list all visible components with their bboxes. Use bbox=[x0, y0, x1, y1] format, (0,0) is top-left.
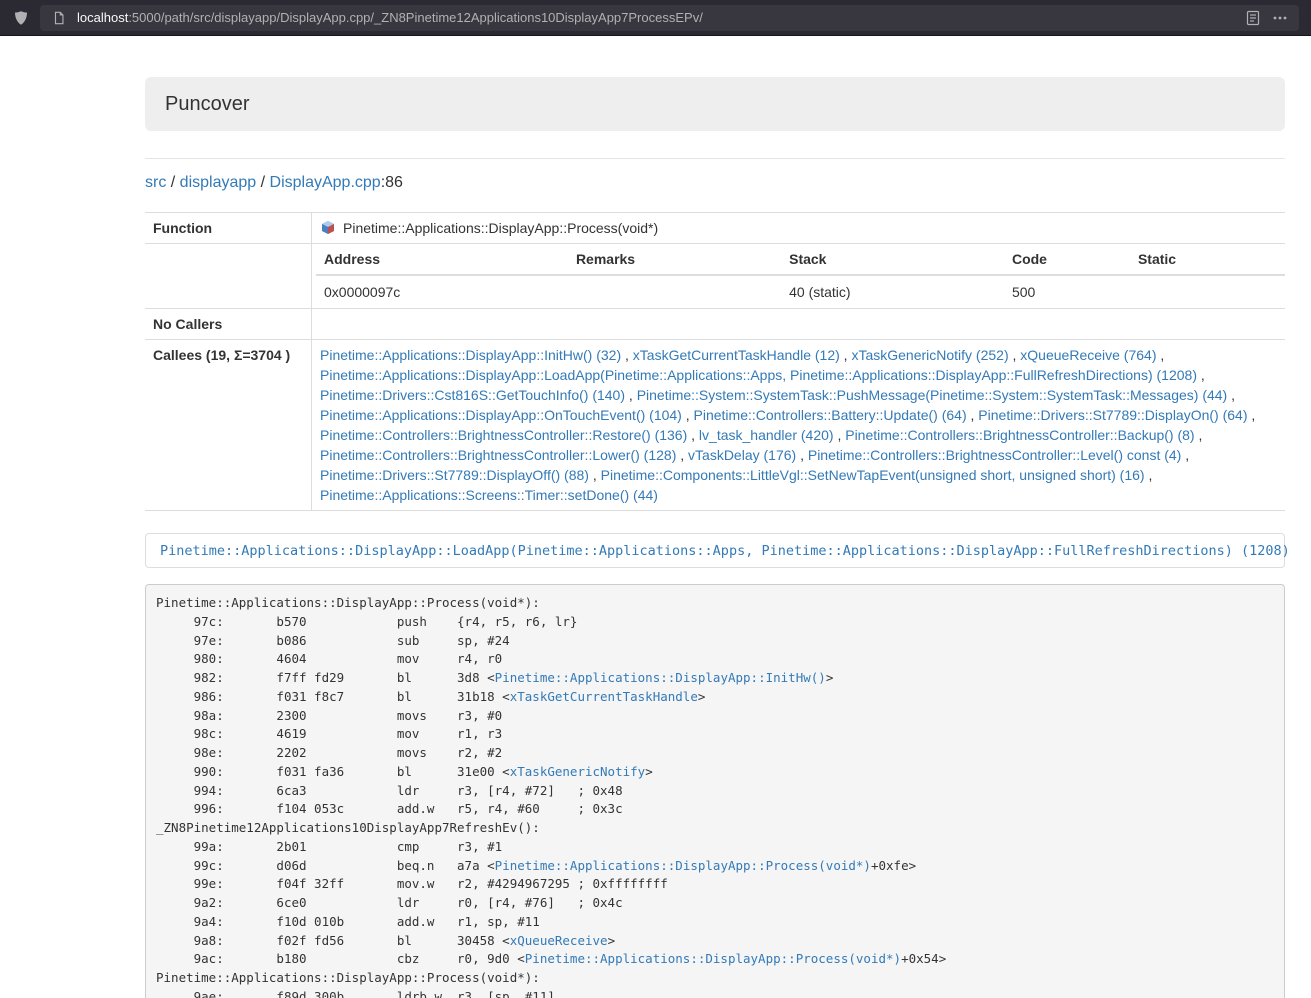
callee-link[interactable]: xTaskGetCurrentTaskHandle (12) bbox=[633, 347, 840, 363]
callees-label: Callees (19, Σ=3704 ) bbox=[145, 340, 312, 511]
disassembly-code: Pinetime::Applications::DisplayApp::Proc… bbox=[145, 584, 1285, 998]
function-stats-cell: Address Remarks Stack Code Static 0x0000… bbox=[312, 244, 1286, 309]
breadcrumb-link-file[interactable]: DisplayApp.cpp bbox=[270, 174, 381, 191]
code-symbol-link[interactable]: xTaskGetCurrentTaskHandle bbox=[510, 689, 698, 704]
callee-separator: , bbox=[1195, 427, 1203, 443]
callee-link[interactable]: xQueueReceive (764) bbox=[1020, 347, 1156, 363]
callee-separator: , bbox=[1156, 347, 1164, 363]
callee-separator: , bbox=[1248, 407, 1256, 423]
callee-separator: , bbox=[1181, 447, 1189, 463]
breadcrumb: src / displayapp / DisplayApp.cpp:86 bbox=[145, 172, 1285, 194]
empty-row-header bbox=[145, 244, 312, 309]
callee-separator: , bbox=[589, 467, 601, 483]
app-header: Puncover bbox=[145, 77, 1285, 131]
function-label: Function bbox=[145, 213, 312, 244]
cell-address: 0x0000097c bbox=[316, 275, 568, 308]
callees-list: Pinetime::Applications::DisplayApp::Init… bbox=[312, 340, 1286, 511]
callee-separator: , bbox=[834, 427, 846, 443]
breadcrumb-separator: / bbox=[166, 174, 179, 191]
callee-link[interactable]: Pinetime::Applications::Screens::Timer::… bbox=[320, 487, 658, 503]
callee-separator: , bbox=[676, 447, 688, 463]
url-bar[interactable]: localhost:5000/path/src/displayapp/Displ… bbox=[40, 5, 1299, 31]
no-callers-cell bbox=[312, 309, 1286, 340]
callee-link[interactable]: Pinetime::Applications::DisplayApp::Init… bbox=[320, 347, 621, 363]
callees-row: Callees (19, Σ=3704 ) Pinetime::Applicat… bbox=[145, 340, 1285, 511]
code-symbol-link[interactable]: xQueueReceive bbox=[510, 933, 608, 948]
reader-view-icon[interactable] bbox=[1244, 9, 1262, 27]
breadcrumb-separator: / bbox=[256, 174, 269, 191]
cell-static bbox=[1130, 275, 1285, 308]
page-info-icon[interactable] bbox=[50, 9, 68, 27]
page-content: Puncover src / displayapp / DisplayApp.c… bbox=[145, 36, 1285, 998]
callee-link[interactable]: Pinetime::Controllers::BrightnessControl… bbox=[320, 447, 676, 463]
callee-link[interactable]: vTaskDelay (176) bbox=[688, 447, 796, 463]
breadcrumb-link-displayapp[interactable]: displayapp bbox=[180, 174, 257, 191]
callee-separator: , bbox=[796, 447, 808, 463]
function-cube-icon bbox=[320, 220, 336, 236]
callee-separator: , bbox=[840, 347, 852, 363]
url-host: localhost bbox=[77, 10, 128, 25]
callee-link[interactable]: Pinetime::Applications::DisplayApp::OnTo… bbox=[320, 407, 682, 423]
callee-separator: , bbox=[1227, 387, 1235, 403]
column-header-stack: Stack bbox=[781, 244, 1004, 275]
browser-toolbar: localhost:5000/path/src/displayapp/Displ… bbox=[0, 0, 1311, 36]
cell-remarks bbox=[568, 275, 781, 308]
column-header-address: Address bbox=[316, 244, 568, 275]
callee-link[interactable]: Pinetime::Applications::DisplayApp::Load… bbox=[320, 367, 1197, 383]
url-path: :5000/path/src/displayapp/DisplayApp.cpp… bbox=[128, 10, 703, 25]
callee-link[interactable]: Pinetime::Drivers::St7789::DisplayOn() (… bbox=[978, 407, 1247, 423]
cell-stack: 40 (static) bbox=[781, 275, 1004, 308]
stats-header-row: Address Remarks Stack Code Static bbox=[316, 244, 1285, 275]
callee-separator: , bbox=[682, 407, 694, 423]
function-stats-row: Address Remarks Stack Code Static 0x0000… bbox=[145, 244, 1285, 309]
function-name: Pinetime::Applications::DisplayApp::Proc… bbox=[343, 220, 658, 236]
url-text: localhost:5000/path/src/displayapp/Displ… bbox=[77, 10, 1235, 25]
table-row: 0x0000097c 40 (static) 500 bbox=[316, 275, 1285, 308]
column-header-remarks: Remarks bbox=[568, 244, 781, 275]
no-callers-row: No Callers bbox=[145, 309, 1285, 340]
callee-link[interactable]: Pinetime::Drivers::Cst816S::GetTouchInfo… bbox=[320, 387, 625, 403]
code-symbol-link[interactable]: xTaskGenericNotify bbox=[510, 764, 645, 779]
column-header-code: Code bbox=[1004, 244, 1130, 275]
page-actions-menu-icon[interactable] bbox=[1271, 9, 1289, 27]
callee-separator: , bbox=[1145, 467, 1153, 483]
callee-link[interactable]: Pinetime::System::SystemTask::PushMessag… bbox=[637, 387, 1228, 403]
breadcrumb-link-src[interactable]: src bbox=[145, 174, 166, 191]
function-name-cell: Pinetime::Applications::DisplayApp::Proc… bbox=[312, 213, 1286, 244]
code-symbol-link[interactable]: Pinetime::Applications::DisplayApp::Proc… bbox=[525, 951, 901, 966]
callee-separator: , bbox=[625, 387, 637, 403]
highlighted-symbol-link[interactable]: Pinetime::Applications::DisplayApp::Load… bbox=[160, 543, 1290, 559]
divider bbox=[145, 158, 1285, 159]
page-title: Puncover bbox=[165, 93, 1265, 115]
callee-link[interactable]: Pinetime::Controllers::BrightnessControl… bbox=[845, 427, 1194, 443]
callee-link[interactable]: xTaskGenericNotify (252) bbox=[851, 347, 1008, 363]
callee-separator: , bbox=[1197, 367, 1205, 383]
highlighted-symbol-panel: Pinetime::Applications::DisplayApp::Load… bbox=[145, 533, 1285, 568]
no-callers-label: No Callers bbox=[145, 309, 312, 340]
callee-link[interactable]: Pinetime::Components::LittleVgl::SetNewT… bbox=[601, 467, 1145, 483]
code-symbol-link[interactable]: Pinetime::Applications::DisplayApp::Init… bbox=[495, 670, 826, 685]
callee-link[interactable]: Pinetime::Drivers::St7789::DisplayOff() … bbox=[320, 467, 589, 483]
callee-link[interactable]: Pinetime::Controllers::Battery::Update()… bbox=[694, 407, 967, 423]
function-table: Function Pinetime::Applications::Display… bbox=[145, 212, 1285, 511]
callee-separator: , bbox=[967, 407, 979, 423]
callee-separator: , bbox=[621, 347, 633, 363]
function-stats-table: Address Remarks Stack Code Static 0x0000… bbox=[316, 244, 1285, 308]
breadcrumb-line-number: :86 bbox=[381, 174, 403, 191]
callee-separator: , bbox=[1009, 347, 1021, 363]
callee-link[interactable]: Pinetime::Controllers::BrightnessControl… bbox=[320, 427, 687, 443]
callee-separator: , bbox=[687, 427, 699, 443]
code-symbol-link[interactable]: Pinetime::Applications::DisplayApp::Proc… bbox=[495, 858, 871, 873]
callee-link[interactable]: lv_task_handler (420) bbox=[699, 427, 834, 443]
column-header-static: Static bbox=[1130, 244, 1285, 275]
cell-code: 500 bbox=[1004, 275, 1130, 308]
tracking-shield-icon[interactable] bbox=[12, 9, 30, 27]
callee-link[interactable]: Pinetime::Controllers::BrightnessControl… bbox=[808, 447, 1181, 463]
function-row: Function Pinetime::Applications::Display… bbox=[145, 213, 1285, 244]
